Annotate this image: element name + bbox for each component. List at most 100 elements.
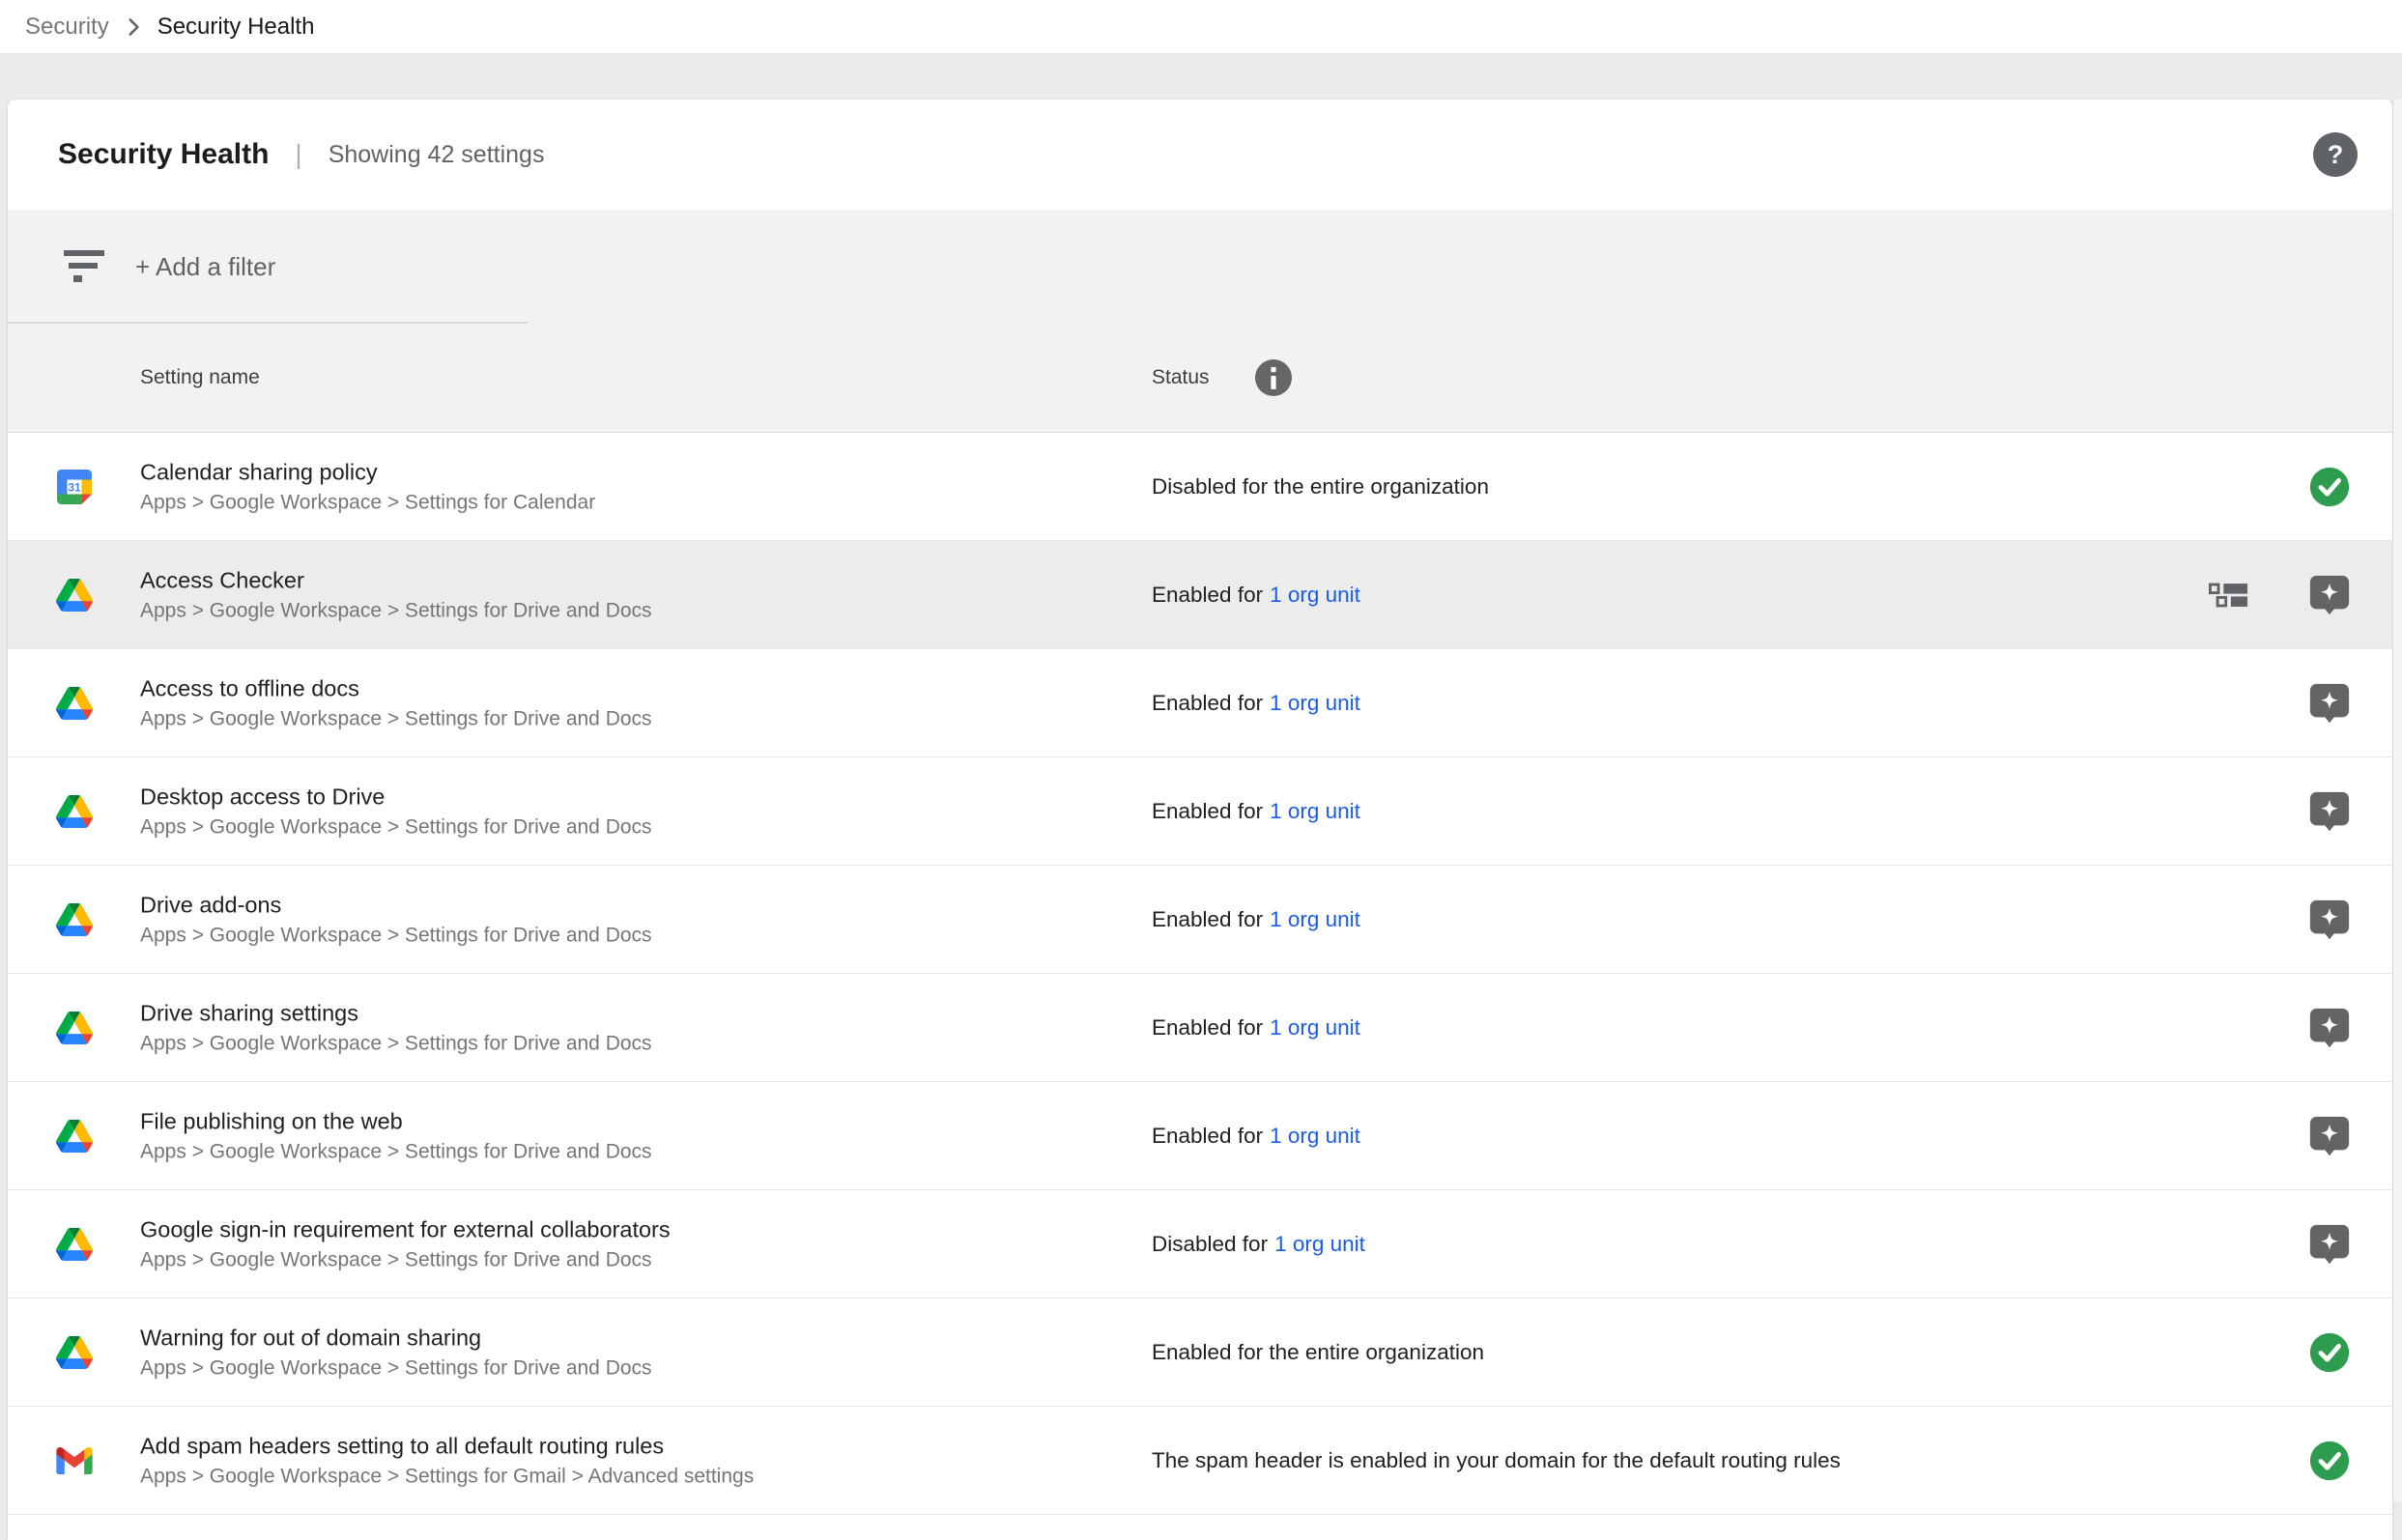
- setting-path: Apps > Google Workspace > Settings for D…: [140, 1354, 652, 1383]
- drive-icon: [55, 1333, 94, 1372]
- recommendation-badge-icon[interactable]: [2307, 898, 2352, 942]
- recommendation-badge-icon[interactable]: [2307, 573, 2352, 617]
- org-unit-icon[interactable]: [2209, 583, 2249, 608]
- setting-name: Access Checker: [140, 564, 652, 596]
- status-text: Enabled for the entire organization: [1152, 1340, 1484, 1364]
- table-row[interactable]: Drive add-ons Apps > Google Workspace > …: [8, 866, 2392, 974]
- breadcrumb: Security Security Health: [0, 0, 2402, 54]
- setting-path: Apps > Google Workspace > Settings for D…: [140, 921, 652, 950]
- drive-icon: [55, 1117, 94, 1155]
- settings-count: Showing 42 settings: [329, 141, 545, 169]
- setting-path: Apps > Google Workspace > Settings for D…: [140, 596, 652, 625]
- org-unit-link[interactable]: 1 org unit: [1270, 583, 1360, 607]
- calendar-icon: 31: [55, 468, 94, 506]
- table-row[interactable]: Drive sharing settings Apps > Google Wor…: [8, 974, 2392, 1082]
- add-filter-button[interactable]: + Add a filter: [8, 210, 2392, 324]
- security-health-card: Security Health | Showing 42 settings ? …: [8, 100, 2392, 1540]
- status-cell: Disabled for1 org unit: [1152, 1232, 1365, 1257]
- drive-icon: [55, 576, 94, 614]
- column-header-status: Status: [1152, 366, 1210, 389]
- setting-name-cell: Warning for out of domain sharing Apps >…: [140, 1322, 652, 1383]
- recommendation-badge-icon[interactable]: [2307, 789, 2352, 834]
- org-unit-link[interactable]: 1 org unit: [1270, 799, 1360, 823]
- status-cell: Disabled for the entire organization: [1152, 474, 1489, 499]
- filter-list-icon: [64, 249, 106, 284]
- recommendation-badge-icon[interactable]: [2307, 1222, 2352, 1267]
- table-row[interactable]: Google sign-in requirement for external …: [8, 1190, 2392, 1298]
- drive-icon: [55, 1225, 94, 1264]
- card-header: Security Health | Showing 42 settings ?: [8, 100, 2392, 210]
- status-cell: Enabled for 1 org unit: [1152, 907, 1360, 932]
- breadcrumb-parent-link[interactable]: Security: [25, 14, 109, 41]
- setting-name-cell: Access to offline docs Apps > Google Wor…: [140, 672, 652, 733]
- table-row[interactable]: 31 Calendar sharing policy Apps > Google…: [8, 433, 2392, 541]
- status-text: Enabled for: [1152, 583, 1263, 607]
- setting-name: Access to offline docs: [140, 672, 652, 704]
- setting-name-cell: File publishing on the web Apps > Google…: [140, 1105, 652, 1166]
- setting-name: Add spam headers setting to all default …: [140, 1430, 754, 1462]
- add-filter-label: + Add a filter: [135, 252, 275, 282]
- setting-name-cell: Google sign-in requirement for external …: [140, 1213, 671, 1274]
- status-text: Enabled for: [1152, 799, 1263, 823]
- setting-path: Apps > Google Workspace > Settings for C…: [140, 488, 595, 517]
- drive-icon: [55, 684, 94, 723]
- vertical-scrollbar[interactable]: [2392, 100, 2402, 1501]
- table-row[interactable]: Add spam headers setting to all default …: [8, 1407, 2392, 1515]
- drive-icon: [55, 900, 94, 939]
- svg-text:31: 31: [68, 480, 81, 494]
- setting-name-cell: Access Checker Apps > Google Workspace >…: [140, 564, 652, 625]
- status-cell: The spam header is enabled in your domai…: [1152, 1448, 1841, 1473]
- status-cell: Enabled for 1 org unit: [1152, 691, 1360, 716]
- setting-name-cell: Calendar sharing policy Apps > Google Wo…: [140, 456, 595, 517]
- setting-name: Drive sharing settings: [140, 997, 652, 1029]
- drive-icon: [55, 792, 94, 831]
- toolbar: + Add a filter Setting name Status: [8, 210, 2392, 433]
- status-text: Disabled for: [1152, 1232, 1268, 1256]
- drive-icon: [55, 1009, 94, 1047]
- table-row[interactable]: Desktop access to Drive Apps > Google Wo…: [8, 757, 2392, 866]
- status-ok-icon: [2307, 1330, 2352, 1375]
- setting-name: Desktop access to Drive: [140, 781, 652, 813]
- setting-path: Apps > Google Workspace > Settings for D…: [140, 1137, 652, 1166]
- setting-name: Warning for out of domain sharing: [140, 1322, 652, 1354]
- status-ok-icon: [2307, 1439, 2352, 1483]
- status-cell: Enabled for 1 org unit: [1152, 799, 1360, 824]
- setting-path: Apps > Google Workspace > Settings for D…: [140, 1245, 671, 1274]
- setting-name: Drive add-ons: [140, 889, 652, 921]
- setting-name-cell: Drive add-ons Apps > Google Workspace > …: [140, 889, 652, 950]
- status-cell: Enabled for 1 org unit: [1152, 583, 1360, 608]
- setting-name: Google sign-in requirement for external …: [140, 1213, 671, 1245]
- setting-path: Apps > Google Workspace > Settings for D…: [140, 1029, 652, 1058]
- setting-path: Apps > Google Workspace > Settings for G…: [140, 1462, 754, 1491]
- status-text: Enabled for: [1152, 907, 1263, 931]
- page-title: Security Health: [58, 138, 269, 171]
- org-unit-link[interactable]: 1 org unit: [1270, 907, 1360, 931]
- status-text: Enabled for: [1152, 1015, 1263, 1040]
- org-unit-link[interactable]: 1 org unit: [1270, 1015, 1360, 1040]
- setting-path: Apps > Google Workspace > Settings for D…: [140, 813, 652, 841]
- setting-name: File publishing on the web: [140, 1105, 652, 1137]
- org-unit-link[interactable]: 1 org unit: [1274, 1232, 1365, 1256]
- help-icon[interactable]: ?: [2313, 132, 2358, 177]
- status-text: Enabled for: [1152, 691, 1263, 715]
- recommendation-badge-icon[interactable]: [2307, 1006, 2352, 1050]
- table-row[interactable]: Warning for out of domain sharing Apps >…: [8, 1298, 2392, 1407]
- recommendation-badge-icon[interactable]: [2307, 1114, 2352, 1158]
- status-text: Enabled for: [1152, 1124, 1263, 1148]
- chevron-right-icon: [121, 14, 146, 40]
- setting-name: Calendar sharing policy: [140, 456, 595, 488]
- title-separator: |: [295, 139, 301, 170]
- table-row[interactable]: File publishing on the web Apps > Google…: [8, 1082, 2392, 1190]
- status-text: Disabled for the entire organization: [1152, 474, 1489, 499]
- table-row[interactable]: Access Checker Apps > Google Workspace >…: [8, 541, 2392, 649]
- org-unit-link[interactable]: 1 org unit: [1270, 691, 1360, 715]
- recommendation-badge-icon[interactable]: [2307, 681, 2352, 726]
- org-unit-link[interactable]: 1 org unit: [1270, 1124, 1360, 1148]
- status-cell: Enabled for 1 org unit: [1152, 1124, 1360, 1149]
- setting-name-cell: Add spam headers setting to all default …: [140, 1430, 754, 1491]
- status-ok-icon: [2307, 465, 2352, 509]
- gmail-icon: [55, 1441, 94, 1480]
- setting-path: Apps > Google Workspace > Settings for D…: [140, 704, 652, 733]
- table-row[interactable]: Access to offline docs Apps > Google Wor…: [8, 649, 2392, 757]
- status-info-icon[interactable]: [1254, 358, 1293, 397]
